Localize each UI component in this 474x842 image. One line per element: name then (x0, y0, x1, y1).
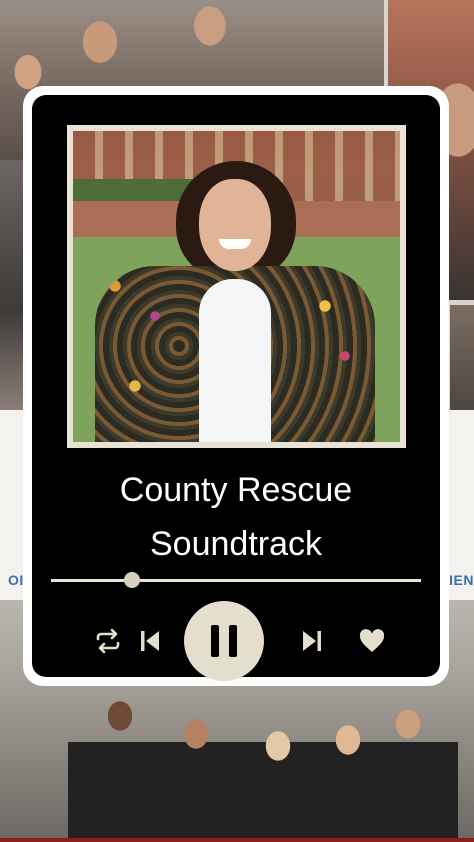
cast-photo-right (450, 305, 474, 410)
pause-button[interactable] (184, 601, 264, 681)
photo-face (199, 179, 271, 271)
skip-next-icon (303, 631, 321, 651)
like-button[interactable] (354, 623, 390, 659)
album-art-frame (67, 125, 406, 448)
player-panel: County Rescue Soundtrack (32, 95, 440, 681)
progress-handle[interactable] (124, 572, 141, 588)
music-player-card: County Rescue Soundtrack (23, 86, 449, 686)
track-title: County Rescue Soundtrack (119, 471, 353, 563)
promo-band-text-left: OI (8, 572, 24, 588)
photo-smile (219, 239, 251, 249)
cast-photo-left (0, 160, 24, 410)
next-button[interactable] (294, 623, 330, 659)
repeat-icon (96, 629, 120, 653)
playback-controls (32, 601, 440, 681)
album-art-photo (73, 131, 400, 442)
repeat-button[interactable] (90, 623, 126, 659)
previous-button[interactable] (132, 623, 168, 659)
photo-shirt (199, 279, 271, 442)
pause-icon (211, 625, 237, 657)
heart-icon (359, 629, 385, 652)
bottom-accent-bar (0, 838, 474, 842)
cast-group-photo (68, 684, 458, 842)
skip-previous-icon (141, 631, 159, 651)
progress-bar[interactable] (51, 579, 421, 582)
